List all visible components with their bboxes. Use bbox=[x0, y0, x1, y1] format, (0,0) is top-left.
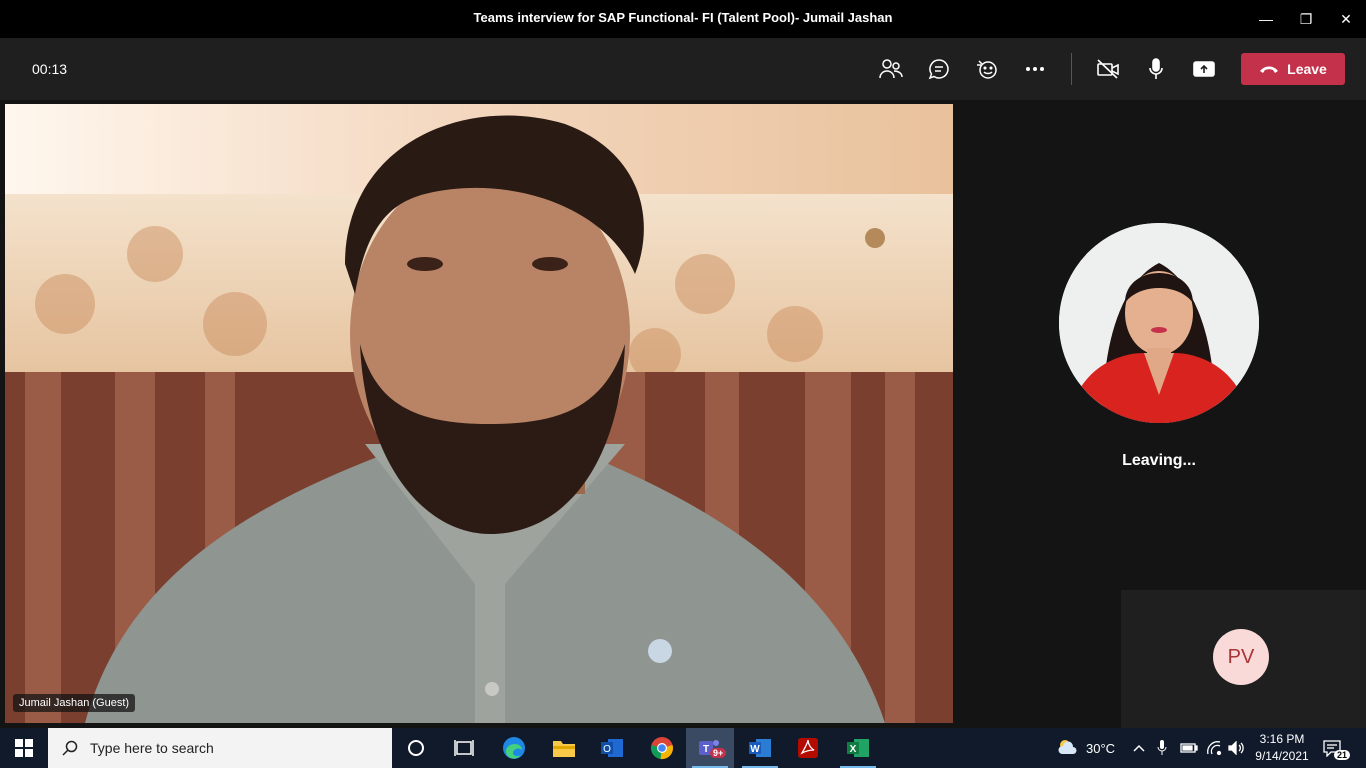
edge-icon[interactable] bbox=[490, 728, 538, 768]
svg-text:O: O bbox=[603, 744, 611, 755]
notifications-icon[interactable]: 21 bbox=[1322, 728, 1351, 768]
avatar-initials: PV bbox=[1213, 629, 1269, 685]
taskbar-clock[interactable]: 3:16 PM 9/14/2021 bbox=[1252, 731, 1312, 765]
chat-icon[interactable] bbox=[926, 56, 952, 82]
reactions-icon[interactable] bbox=[974, 56, 1000, 82]
search-icon bbox=[62, 740, 78, 756]
notification-count: 21 bbox=[1334, 750, 1351, 760]
restore-button[interactable]: ❐ bbox=[1286, 0, 1326, 38]
file-explorer-icon[interactable] bbox=[540, 728, 588, 768]
temperature-text: 30°C bbox=[1086, 740, 1116, 756]
participants-icon[interactable] bbox=[878, 56, 904, 82]
leaving-status: Leaving... bbox=[1122, 452, 1196, 469]
weather-cloud-icon bbox=[1056, 738, 1080, 759]
chrome-icon[interactable] bbox=[638, 728, 686, 768]
participant-avatar bbox=[1059, 223, 1259, 423]
minimize-button[interactable]: — bbox=[1246, 0, 1286, 38]
leave-label: Leave bbox=[1287, 61, 1327, 77]
volume-icon[interactable] bbox=[1228, 728, 1246, 768]
share-screen-icon[interactable] bbox=[1191, 56, 1217, 82]
clock-date: 9/14/2021 bbox=[1255, 749, 1309, 763]
microphone-icon[interactable] bbox=[1143, 56, 1169, 82]
windows-logo-icon bbox=[15, 739, 33, 757]
camera-off-icon[interactable] bbox=[1095, 56, 1121, 82]
outlook-icon[interactable]: O bbox=[588, 728, 636, 768]
self-view-tile: PV bbox=[1121, 590, 1366, 728]
teams-icon[interactable]: T 9+ bbox=[686, 728, 734, 768]
phone-hangup-icon bbox=[1259, 61, 1279, 77]
task-view-icon[interactable] bbox=[440, 728, 488, 768]
window-title: Teams interview for SAP Functional- FI (… bbox=[473, 10, 893, 25]
meeting-toolbar: 00:13 Leave bbox=[0, 38, 1366, 100]
svg-text:T: T bbox=[703, 744, 709, 755]
show-hidden-icons-icon[interactable] bbox=[1133, 728, 1145, 768]
clock-time: 3:16 PM bbox=[1259, 732, 1305, 746]
excel-icon[interactable]: X bbox=[834, 728, 882, 768]
word-icon[interactable]: W bbox=[736, 728, 784, 768]
leave-button[interactable]: Leave bbox=[1241, 53, 1345, 85]
taskbar-search-box[interactable]: Type here to search bbox=[48, 728, 392, 768]
participant-name-label: Jumail Jashan (Guest) bbox=[13, 694, 136, 712]
meeting-timer: 00:13 bbox=[32, 61, 68, 77]
battery-icon[interactable] bbox=[1180, 728, 1198, 768]
weather-widget[interactable]: 30°C bbox=[1056, 728, 1115, 768]
more-icon[interactable] bbox=[1022, 56, 1048, 82]
microphone-tray-icon[interactable] bbox=[1157, 728, 1167, 768]
windows-taskbar: Type here to search O T 9+ W X 30°C 3:16… bbox=[0, 728, 1366, 768]
close-button[interactable]: ✕ bbox=[1326, 0, 1366, 38]
teams-badge: 9+ bbox=[710, 748, 727, 758]
cortana-icon[interactable] bbox=[392, 728, 440, 768]
svg-text:X: X bbox=[850, 744, 857, 755]
video-frame-image bbox=[5, 104, 953, 723]
meeting-stage: Jumail Jashan (Guest) Leaving... PV bbox=[0, 100, 1366, 728]
acrobat-icon[interactable] bbox=[784, 728, 832, 768]
svg-text:W: W bbox=[750, 744, 760, 755]
start-button[interactable] bbox=[0, 728, 48, 768]
wifi-icon[interactable] bbox=[1206, 728, 1222, 768]
participant-video: Jumail Jashan (Guest) bbox=[5, 104, 953, 723]
toolbar-divider bbox=[1071, 53, 1072, 85]
search-placeholder: Type here to search bbox=[90, 740, 214, 756]
title-bar: Teams interview for SAP Functional- FI (… bbox=[0, 0, 1366, 38]
